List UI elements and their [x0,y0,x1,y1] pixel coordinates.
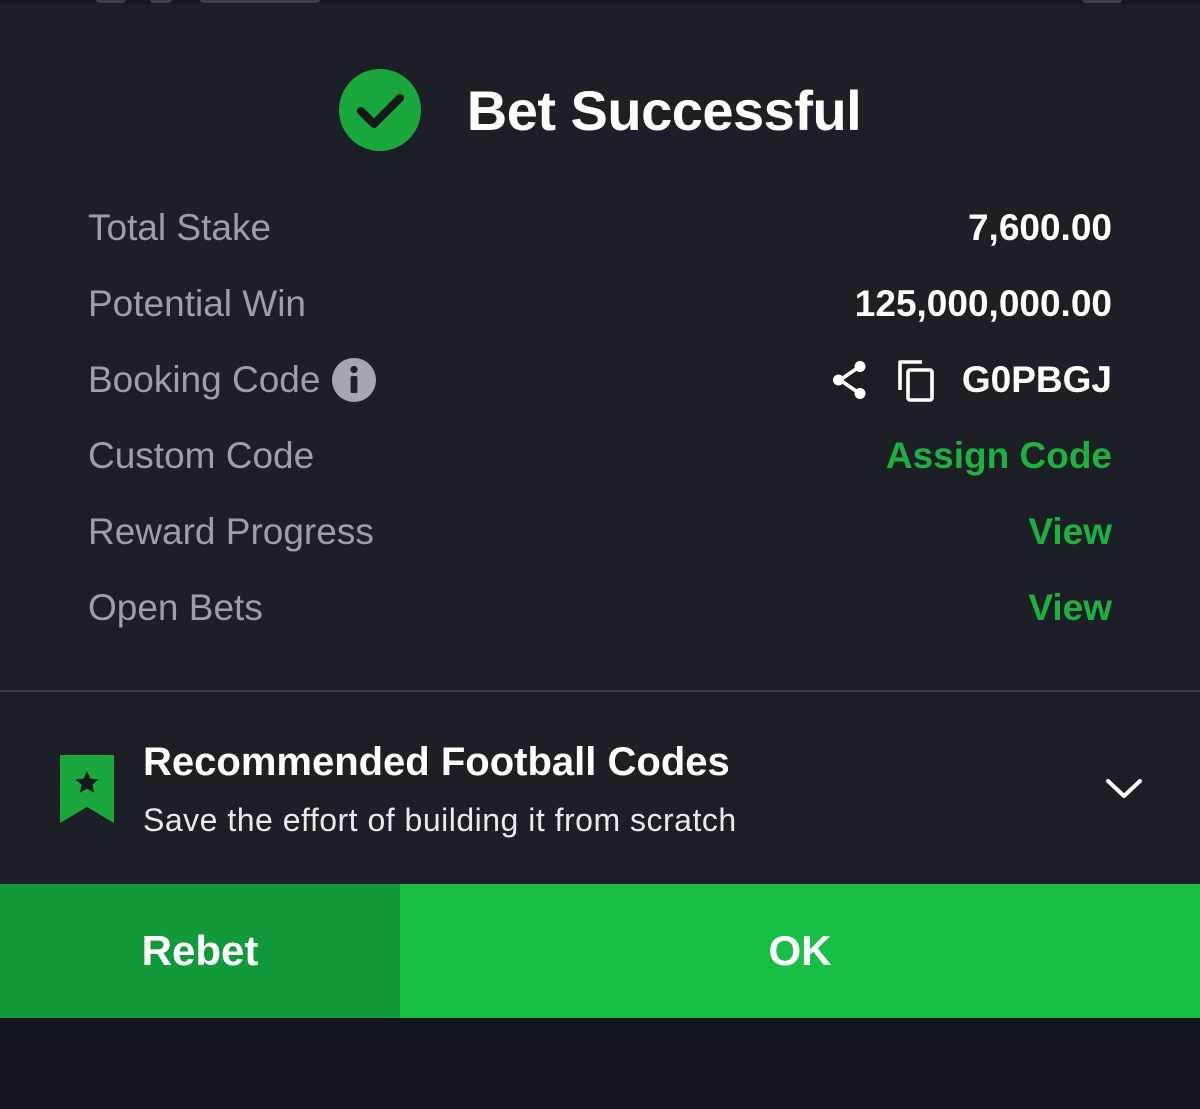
custom-code-row: Custom Code Assign Code [88,418,1112,494]
top-edge [0,0,1200,4]
top-edge-fragment [1082,0,1122,3]
recommended-subtitle: Save the effort of building it from scra… [143,802,737,838]
ok-button[interactable]: OK [400,884,1200,1018]
top-edge-fragment [200,0,320,3]
potential-win-row: Potential Win 125,000,000.00 [88,266,1112,342]
reward-progress-label: Reward Progress [88,511,374,553]
potential-win-value: 125,000,000.00 [854,283,1112,324]
open-bets-label: Open Bets [88,587,263,629]
total-stake-label: Total Stake [88,207,271,249]
recommended-codes-toggle[interactable]: Recommended Football Codes Save the effo… [0,712,1200,872]
page-title: Bet Successful [466,78,862,142]
booking-code-label: Booking Code [88,358,377,402]
copy-icon[interactable] [896,358,936,402]
booking-code-value-group: G0PBGJ [830,358,1112,402]
booking-code-label-text: Booking Code [88,359,321,400]
bet-details: Total Stake 7,600.00 Potential Win 125,0… [88,190,1112,646]
bookmark-star-icon [60,755,114,823]
success-header: Bet Successful [0,68,1200,152]
reward-progress-row: Reward Progress View [88,494,1112,570]
top-edge-fragment [150,0,172,3]
share-icon[interactable] [830,358,870,402]
total-stake-value: 7,600.00 [967,207,1112,248]
check-circle-icon [338,69,421,151]
recommended-title: Recommended Football Codes [143,740,730,784]
custom-code-label-text: Custom Code [88,435,315,476]
reward-progress-label-text: Reward Progress [88,511,374,552]
open-bets-row: Open Bets View [88,570,1112,646]
booking-code-value: G0PBGJ [961,359,1112,400]
potential-win-label-text: Potential Win [88,283,306,324]
chevron-down-icon[interactable] [1104,776,1144,802]
top-edge-fragment [96,0,126,3]
action-bar: Rebet OK [0,884,1200,1018]
open-bets-label-text: Open Bets [88,587,263,628]
total-stake-label-text: Total Stake [88,207,272,248]
bet-confirmation-sheet: Bet Successful Total Stake 7,600.00 Pote… [0,0,1200,1018]
info-icon[interactable] [332,358,377,402]
custom-code-label: Custom Code [88,435,314,477]
section-divider [0,690,1200,692]
assign-code-link[interactable]: Assign Code [886,435,1112,477]
total-stake-row: Total Stake 7,600.00 [88,190,1112,266]
reward-progress-view-link[interactable]: View [1028,511,1112,553]
potential-win-label: Potential Win [88,283,306,325]
open-bets-view-link[interactable]: View [1028,587,1112,629]
rebet-button[interactable]: Rebet [0,884,400,1018]
booking-code-row: Booking Code G0PBGJ [88,342,1112,418]
